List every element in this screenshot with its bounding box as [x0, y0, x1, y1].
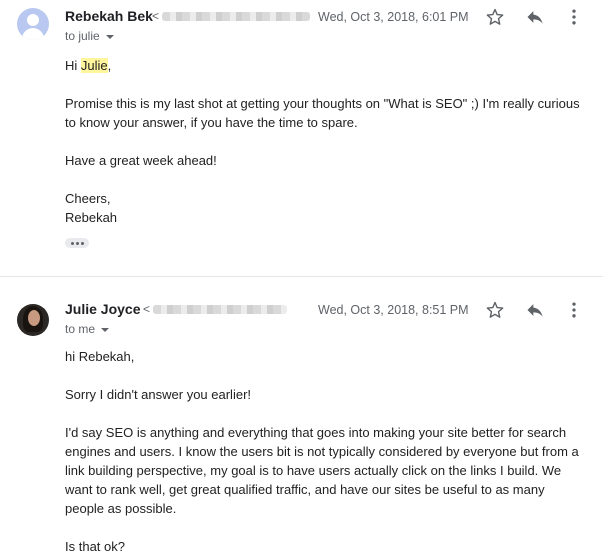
recipient-label: to julie: [65, 29, 100, 43]
reply-icon: [527, 304, 543, 317]
greeting-suffix: ,: [107, 58, 112, 73]
signature: Rebekah: [65, 210, 118, 225]
email-bracket: <: [152, 9, 160, 23]
avatar-shoulders: [22, 28, 44, 40]
message-body: Hi Julie, Promise this is my last shot a…: [65, 56, 585, 227]
message-body: hi Rebekah, Sorry I didn't answer you ea…: [65, 347, 585, 556]
redacted-email: [153, 304, 288, 314]
redacted-email: [162, 11, 311, 21]
star-icon: [486, 8, 504, 25]
message-rebekah: Rebekah Bek < Wed, Oct 3, 2018, 6:01 PM …: [0, 0, 603, 270]
star-icon: [486, 301, 504, 318]
message-julie: Julie Joyce < Wed, Oct 3, 2018, 8:51 PM …: [0, 280, 603, 559]
avatar-head: [27, 14, 39, 26]
star-button[interactable]: [484, 6, 506, 28]
chevron-down-icon: [105, 34, 114, 39]
star-button[interactable]: [484, 299, 506, 321]
paragraph: Promise this is my last shot at getting …: [65, 96, 580, 130]
greeting-prefix: Hi: [65, 58, 81, 73]
message-date[interactable]: Wed, Oct 3, 2018, 6:01 PM: [318, 10, 469, 24]
sender-name[interactable]: Julie Joyce: [65, 301, 141, 317]
more-vert-icon: [572, 9, 576, 25]
highlighted-name: Julie: [80, 58, 108, 73]
paragraph: Is that ok?: [65, 539, 125, 554]
paragraph: I'd say SEO is anything and everything t…: [65, 425, 579, 516]
reply-icon: [527, 11, 543, 24]
greeting: Hi Julie,: [65, 56, 585, 75]
greeting: hi Rebekah,: [65, 349, 135, 364]
more-options-button[interactable]: [563, 6, 585, 28]
message-date[interactable]: Wed, Oct 3, 2018, 8:51 PM: [318, 303, 469, 317]
more-vert-icon: [572, 302, 576, 318]
more-options-button[interactable]: [563, 299, 585, 321]
signoff: Cheers,: [65, 191, 111, 206]
paragraph: Have a great week ahead!: [65, 153, 217, 168]
recipient-label: to me: [65, 322, 96, 336]
avatar-face: [28, 310, 40, 326]
email-bracket: <: [143, 302, 151, 316]
sender-name[interactable]: Rebekah Bek: [65, 8, 153, 24]
chevron-down-icon: [101, 327, 110, 332]
recipient-toggle[interactable]: to julie: [65, 29, 114, 43]
expand-dots-icon: [70, 241, 74, 245]
avatar[interactable]: [17, 304, 49, 336]
paragraph: Sorry I didn't answer you earlier!: [65, 387, 252, 402]
message-divider: [0, 276, 603, 277]
reply-button[interactable]: [524, 299, 546, 321]
recipient-toggle[interactable]: to me: [65, 322, 110, 336]
sender-email: <: [152, 9, 311, 23]
reply-button[interactable]: [524, 6, 546, 28]
avatar[interactable]: [17, 8, 49, 40]
show-trimmed-content-button[interactable]: [65, 238, 89, 248]
sender-email: <: [143, 302, 288, 316]
